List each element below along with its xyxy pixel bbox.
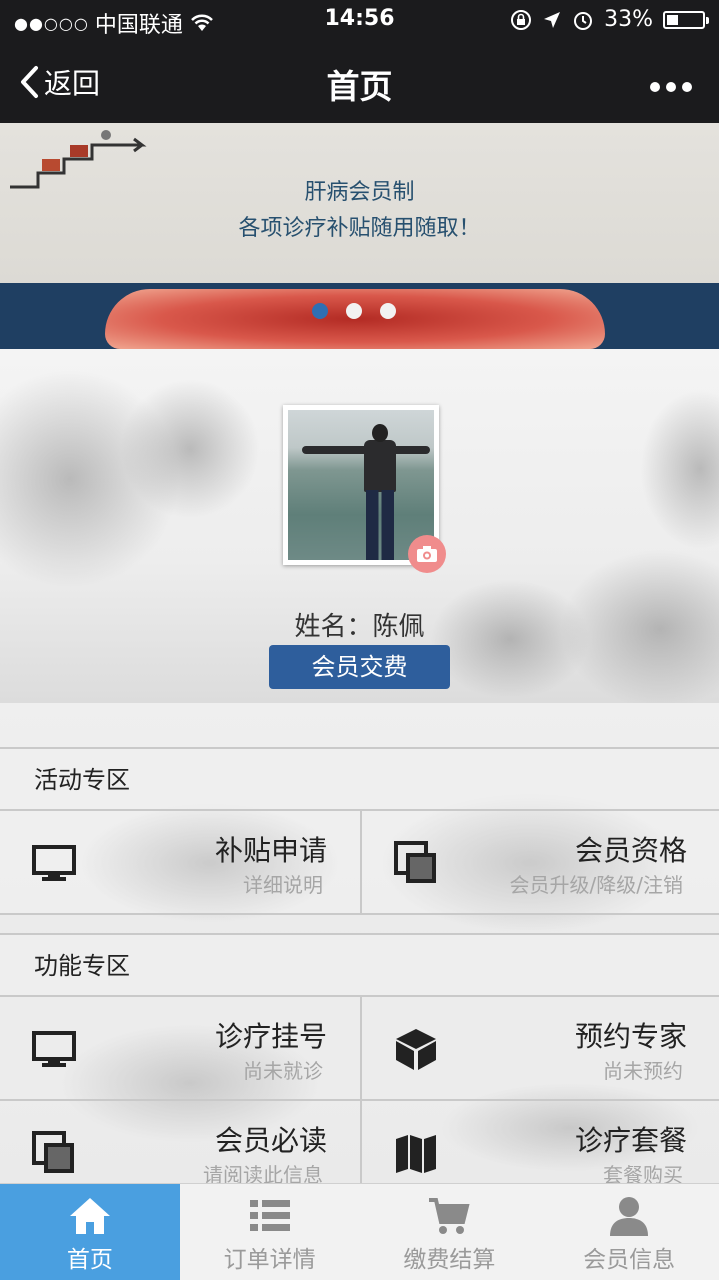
tab-label: 订单详情	[223, 1247, 316, 1273]
expert-appointment-item[interactable]: 预约专家 尚未预约	[360, 997, 719, 1099]
carousel-dot[interactable]	[312, 303, 328, 319]
section-header-functions: 功能专区	[0, 933, 719, 997]
item-title: 诊疗套餐	[574, 1124, 687, 1157]
item-subtitle: 请阅读此信息	[203, 1163, 323, 1183]
banner-text: 肝病会员制 各项诊疗补贴随用随取！	[0, 175, 719, 247]
rotation-lock-icon	[511, 9, 532, 30]
item-subtitle: 详细说明	[243, 873, 323, 897]
item-title: 会员必读	[214, 1124, 327, 1157]
item-title: 诊疗挂号	[214, 1020, 327, 1053]
carousel-indicator[interactable]	[312, 303, 396, 319]
page-title: 首页	[326, 67, 393, 106]
item-subtitle: 套餐购买	[603, 1163, 683, 1183]
home-icon	[69, 1198, 110, 1234]
item-subtitle: 尚未预约	[603, 1059, 683, 1083]
tab-orders[interactable]: 订单详情	[180, 1184, 360, 1280]
tab-member-info[interactable]: 会员信息	[539, 1184, 719, 1280]
monitor-icon	[32, 1031, 76, 1067]
battery-percent: 33%	[604, 7, 653, 32]
membership-item[interactable]: 会员资格 会员升级/降级/注销	[360, 811, 719, 913]
grid-row: 补贴申请 详细说明 会员资格 会员升级/降级/注销	[0, 811, 719, 915]
tab-label: 首页	[66, 1247, 113, 1273]
name-label: 姓名：	[294, 612, 373, 642]
profile-section: 姓名：陈佩 会员交费	[0, 349, 719, 703]
banner-line-2: 各项诊疗补贴随用随取！	[238, 216, 481, 241]
map-icon	[396, 1135, 436, 1173]
item-subtitle: 尚未就诊	[243, 1059, 323, 1083]
grid-row: 诊疗挂号 尚未就诊 预约专家 尚未预约	[0, 997, 719, 1101]
item-title: 预约专家	[574, 1020, 687, 1053]
carousel-dot[interactable]	[380, 303, 396, 319]
item-subtitle: 会员升级/降级/注销	[509, 873, 683, 897]
name-value: 陈佩	[372, 612, 425, 642]
carousel-dot[interactable]	[346, 303, 362, 319]
alarm-icon	[574, 11, 593, 30]
content-area: 活动专区 补贴申请 详细说明 会员资格 会员升级/降级/注销 功能专区 诊疗挂号…	[0, 703, 719, 1183]
change-avatar-button[interactable]	[408, 535, 446, 573]
banner-line-1: 肝病会员制	[304, 180, 415, 205]
navigation-bar: 返回 首页	[0, 40, 719, 123]
camera-icon	[417, 546, 437, 562]
item-title: 补贴申请	[214, 834, 327, 867]
list-icon	[249, 1200, 290, 1231]
more-icon	[650, 82, 692, 92]
tab-label: 缴费结算	[403, 1247, 496, 1273]
section-header-activity: 活动专区	[0, 747, 719, 811]
promo-banner[interactable]: 肝病会员制 各项诊疗补贴随用随取！	[0, 123, 719, 349]
user-icon	[610, 1197, 649, 1236]
copy-icon	[32, 1131, 74, 1173]
treatment-package-item[interactable]: 诊疗套餐 套餐购买	[360, 1101, 719, 1183]
grid-row: 会员必读 请阅读此信息 诊疗套餐 套餐购买	[0, 1101, 719, 1183]
member-notice-item[interactable]: 会员必读 请阅读此信息	[0, 1101, 359, 1183]
tab-payment[interactable]: 缴费结算	[360, 1184, 540, 1280]
copy-icon	[394, 841, 436, 883]
bottom-tab-bar: 首页 订单详情 缴费结算 会员信息	[0, 1183, 719, 1280]
location-icon	[544, 11, 561, 28]
tab-label: 会员信息	[583, 1247, 676, 1273]
tab-home[interactable]: 首页	[0, 1184, 180, 1280]
member-pay-button[interactable]: 会员交费	[269, 645, 450, 689]
monitor-icon	[32, 845, 76, 881]
member-name: 姓名：陈佩	[0, 606, 719, 643]
avatar-photo	[288, 410, 434, 560]
item-title: 会员资格	[574, 834, 687, 867]
cart-icon	[429, 1198, 470, 1234]
more-button[interactable]	[649, 66, 693, 101]
battery-icon	[663, 10, 709, 29]
cube-icon	[396, 1029, 436, 1070]
status-right: 33%	[510, 7, 709, 32]
subsidy-apply-item[interactable]: 补贴申请 详细说明	[0, 811, 359, 913]
status-bar: ●●○○○ 中国联通 14:56 33%	[0, 0, 719, 40]
liver-illustration	[105, 289, 605, 349]
registration-item[interactable]: 诊疗挂号 尚未就诊	[0, 997, 359, 1099]
